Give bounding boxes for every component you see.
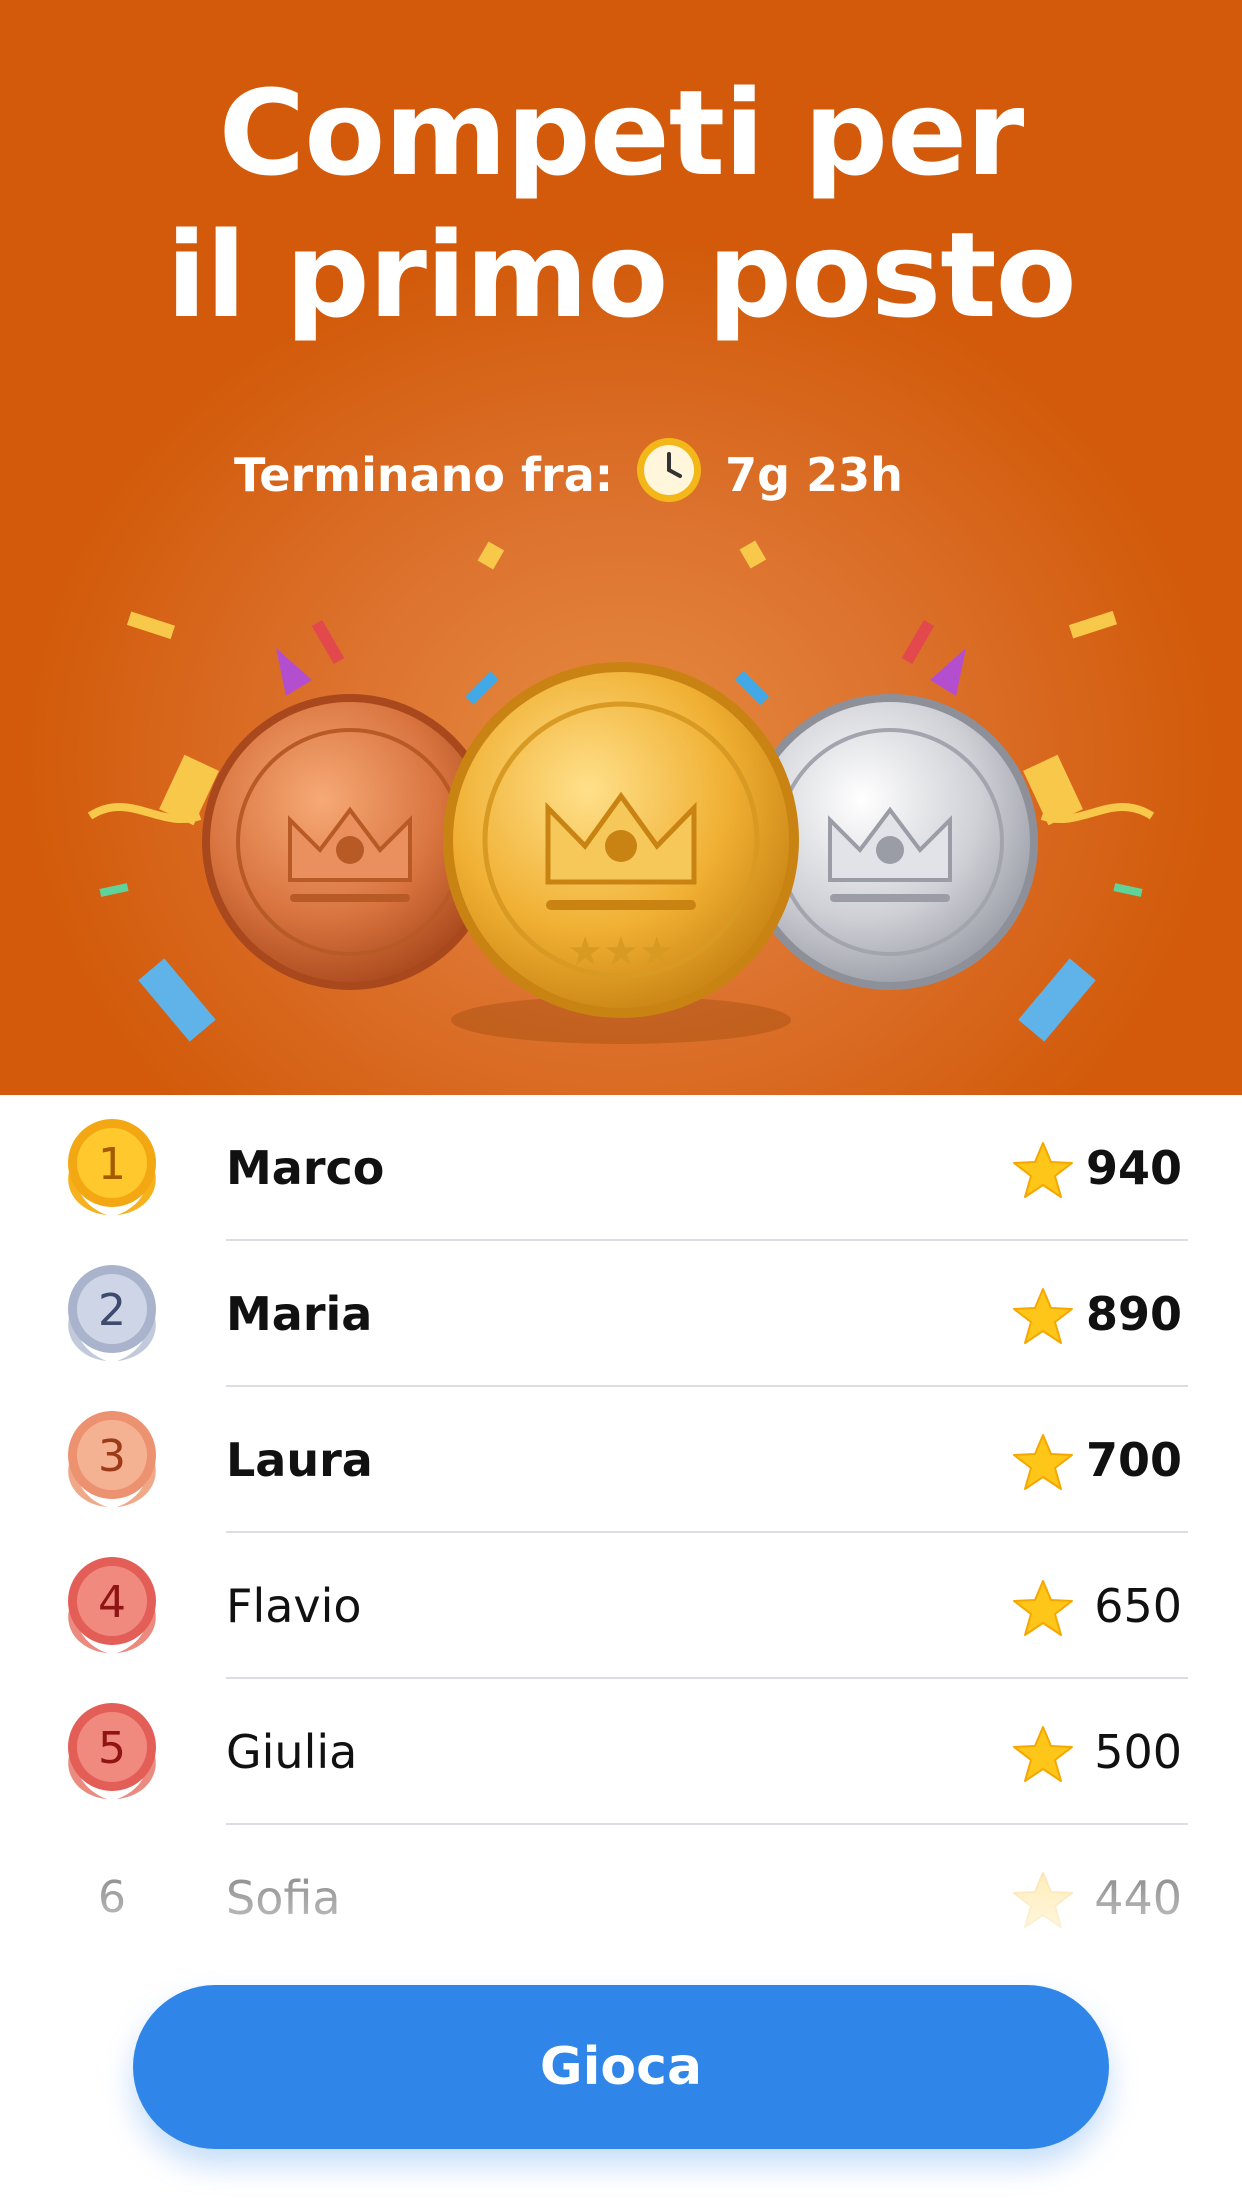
leaderboard-row[interactable]: 1 Marco 940 [0, 1095, 1242, 1241]
player-score: 650 [1094, 1579, 1182, 1633]
player-score: 500 [1094, 1725, 1182, 1779]
player-name: Marco [226, 1141, 385, 1195]
timer-label: Terminano fra: [234, 448, 614, 502]
rank-medal-icon: 2 [52, 1259, 172, 1369]
svg-text:1: 1 [98, 1139, 126, 1190]
svg-text:4: 4 [98, 1577, 126, 1628]
svg-text:3: 3 [98, 1431, 126, 1482]
confetti-piece [1018, 958, 1096, 1042]
player-name: Laura [226, 1433, 373, 1487]
clock-icon [635, 436, 703, 515]
leaderboard-row[interactable]: 5 Giulia 500 [0, 1679, 1242, 1825]
countdown-timer: Terminano fra: 7g 23h [234, 436, 903, 515]
player-score: 700 [1085, 1433, 1182, 1487]
rank-medal-icon: 3 [52, 1405, 172, 1515]
star-icon [1012, 1287, 1074, 1345]
list-fade [0, 1850, 1242, 1970]
confetti-piece [126, 611, 175, 640]
confetti-piece [138, 958, 216, 1042]
svg-text:2: 2 [98, 1285, 126, 1336]
page-title: Competi per il primo posto [0, 62, 1242, 346]
confetti-piece [465, 671, 499, 705]
star-icon [1012, 1725, 1074, 1783]
confetti-piece [477, 541, 505, 570]
gold-medal-icon: ★★★ [443, 662, 799, 1044]
player-name: Maria [226, 1287, 373, 1341]
player-name: Giulia [226, 1725, 358, 1779]
star-icon [1012, 1433, 1074, 1491]
star-icon [1012, 1141, 1074, 1199]
leaderboard-row[interactable]: 3 Laura 700 [0, 1387, 1242, 1533]
title-line-1: Competi per [218, 64, 1025, 202]
confetti-piece [1068, 610, 1117, 639]
confetti-piece [276, 648, 312, 696]
confetti-piece [930, 648, 966, 696]
player-name: Flavio [226, 1579, 362, 1633]
star-icon [1012, 1579, 1074, 1637]
player-score: 940 [1085, 1141, 1182, 1195]
confetti-piece [739, 540, 767, 569]
svg-text:★★★: ★★★ [567, 929, 675, 975]
confetti-piece [1113, 883, 1143, 897]
confetti-piece [735, 671, 769, 705]
confetti-piece [901, 619, 935, 665]
confetti-piece [311, 619, 345, 665]
confetti-piece [99, 883, 129, 897]
title-line-2: il primo posto [166, 206, 1076, 344]
timer-value: 7g 23h [725, 448, 903, 502]
medals-illustration: ★★★ [87, 540, 1155, 1044]
rank-medal-icon: 5 [52, 1697, 172, 1807]
leaderboard-row[interactable]: 4 Flavio 650 [0, 1533, 1242, 1679]
player-score: 890 [1085, 1287, 1182, 1341]
hero-banner: Competi per il primo posto Terminano fra… [0, 0, 1242, 1095]
rank-medal-icon: 1 [52, 1113, 172, 1223]
svg-text:5: 5 [98, 1723, 126, 1774]
rank-medal-icon: 4 [52, 1551, 172, 1661]
leaderboard-row[interactable]: 2 Maria 890 [0, 1241, 1242, 1387]
play-button[interactable]: Gioca [133, 1985, 1109, 2149]
